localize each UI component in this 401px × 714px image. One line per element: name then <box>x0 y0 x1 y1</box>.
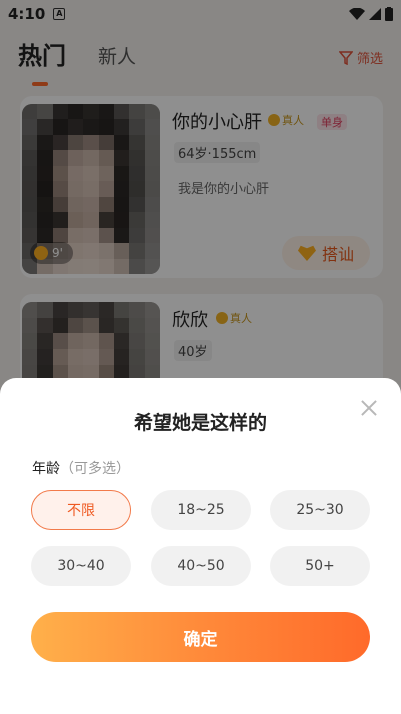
age-section-label: 年龄（可多选） <box>32 458 130 478</box>
age-option-40-50[interactable]: 40~50 <box>151 546 251 586</box>
sheet-title: 希望她是这样的 <box>133 412 267 434</box>
age-label: 年龄 <box>32 461 60 477</box>
age-option-18-25[interactable]: 18~25 <box>151 490 251 530</box>
age-option-any[interactable]: 不限 <box>31 490 131 530</box>
age-option-30-40[interactable]: 30~40 <box>31 546 131 586</box>
close-icon[interactable] <box>361 400 377 416</box>
age-option-25-30[interactable]: 25~30 <box>270 490 370 530</box>
multi-select-hint: （可多选） <box>60 461 130 477</box>
confirm-button[interactable]: 确定 <box>31 612 370 662</box>
age-option-50-plus[interactable]: 50+ <box>270 546 370 586</box>
filter-sheet: 希望她是这样的 年龄（可多选） 不限 18~25 25~30 30~40 40~… <box>0 378 401 714</box>
